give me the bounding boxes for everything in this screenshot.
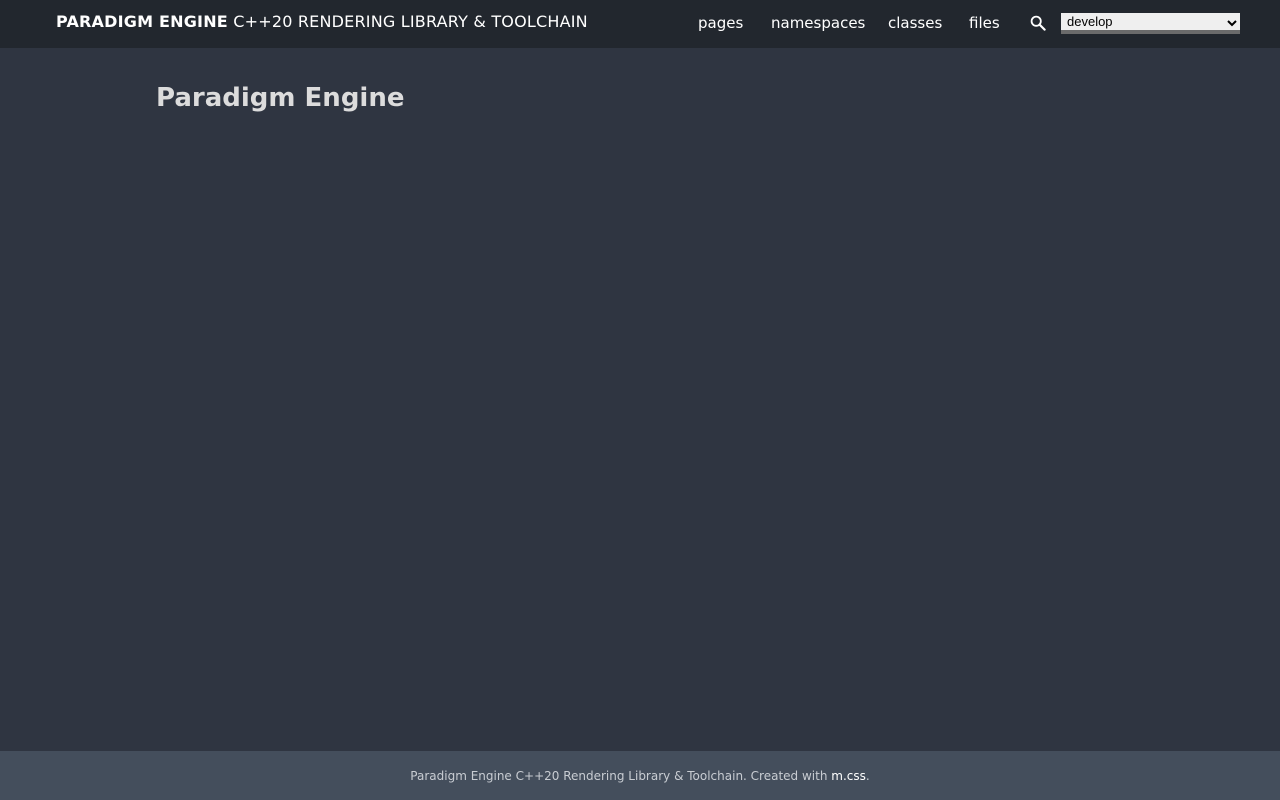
search-button[interactable] xyxy=(1029,14,1047,32)
page-title: Paradigm Engine xyxy=(156,83,405,113)
brand-home-link[interactable]: PARADIGM ENGINE C++20 RENDERING LIBRARY … xyxy=(56,12,588,32)
brand-subtitle: C++20 RENDERING LIBRARY & TOOLCHAIN xyxy=(233,12,588,31)
footer: Paradigm Engine C++20 Rendering Library … xyxy=(0,751,1280,800)
footer-suffix: . xyxy=(865,768,870,783)
nav-pages-link[interactable]: pages xyxy=(698,13,743,33)
top-navbar: PARADIGM ENGINE C++20 RENDERING LIBRARY … xyxy=(0,0,1280,48)
footer-text: Paradigm Engine C++20 Rendering Library … xyxy=(410,768,828,783)
mcss-link[interactable]: m.css xyxy=(831,769,866,783)
version-select[interactable]: develop xyxy=(1061,13,1240,34)
nav-classes-link[interactable]: classes xyxy=(888,13,942,33)
nav-files-link[interactable]: files xyxy=(969,13,1000,33)
nav-namespaces-link[interactable]: namespaces xyxy=(771,13,865,33)
search-icon xyxy=(1030,15,1046,31)
brand-name: PARADIGM ENGINE xyxy=(56,12,228,31)
